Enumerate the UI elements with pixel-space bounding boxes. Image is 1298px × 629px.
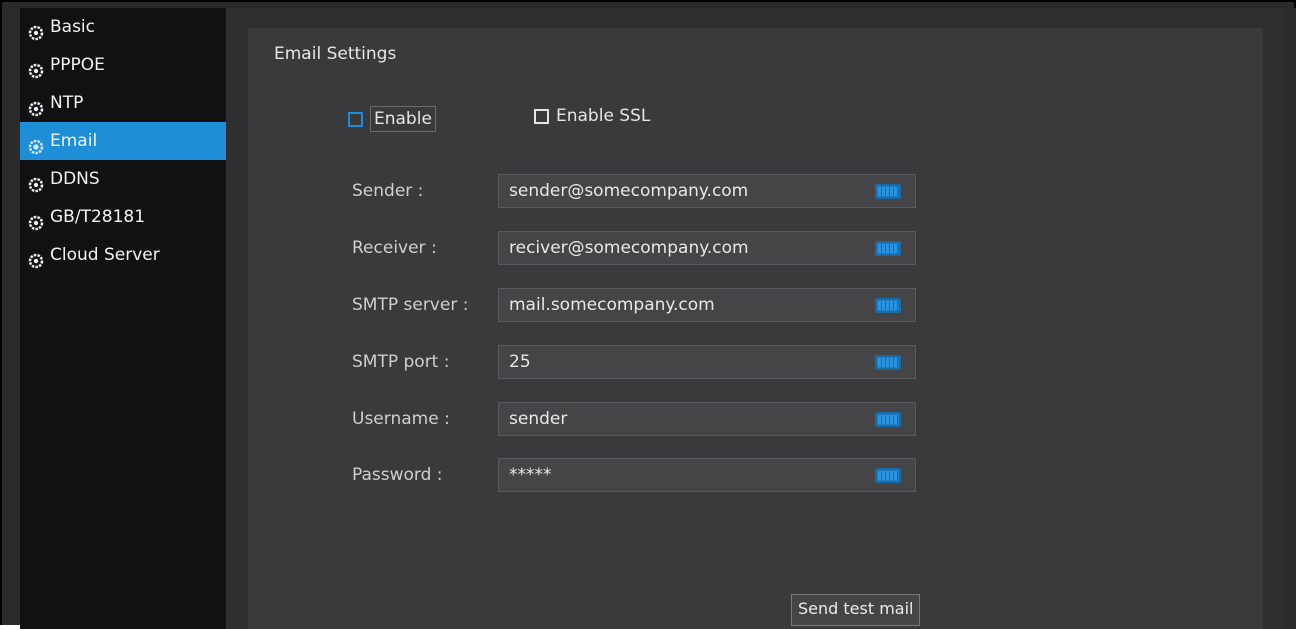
smtp-port-value: 25: [509, 352, 531, 372]
keyboard-icon[interactable]: [875, 468, 901, 483]
password-label: Password :: [352, 465, 443, 485]
sidebar-item-email[interactable]: Email: [20, 122, 226, 160]
smtp-server-value: mail.somecompany.com: [509, 295, 715, 315]
sidebar-item-label: Email: [50, 131, 98, 151]
sidebar-item-ddns[interactable]: DDNS: [20, 160, 226, 198]
sender-row: Sender : sender@somecompany.com: [352, 174, 916, 208]
smtp-server-row: SMTP server : mail.somecompany.com: [352, 288, 916, 322]
keyboard-icon[interactable]: [875, 298, 901, 313]
enable-label: Enable: [370, 106, 436, 132]
password-value: *****: [509, 465, 552, 485]
settings-gear-icon: [28, 209, 44, 231]
panel-title: Email Settings: [274, 44, 397, 64]
smtp-server-field[interactable]: mail.somecompany.com: [498, 288, 916, 322]
username-row: Username : sender: [352, 402, 916, 436]
sidebar-item-basic[interactable]: Basic: [20, 8, 226, 46]
sidebar-item-ntp[interactable]: NTP: [20, 84, 226, 122]
sidebar-item-label: NTP: [50, 93, 84, 113]
username-value: sender: [509, 409, 568, 429]
receiver-value: reciver@somecompany.com: [509, 238, 749, 258]
sidebar-item-gbt28181[interactable]: GB/T28181: [20, 198, 226, 236]
send-test-mail-button[interactable]: Send test mail: [791, 594, 921, 626]
right-edge: [1284, 8, 1296, 629]
username-label: Username :: [352, 409, 450, 429]
sidebar-item-pppoe[interactable]: PPPOE: [20, 46, 226, 84]
sender-label: Sender :: [352, 181, 424, 201]
sidebar-item-label: Basic: [50, 17, 96, 37]
settings-gear-icon: [28, 57, 44, 79]
settings-gear-icon: [28, 247, 44, 269]
settings-gear-icon: [28, 19, 44, 41]
sender-value: sender@somecompany.com: [509, 181, 749, 201]
smtp-port-row: SMTP port : 25: [352, 345, 916, 379]
checkbox-icon: [348, 111, 363, 127]
sender-field[interactable]: sender@somecompany.com: [498, 174, 916, 208]
settings-gear-icon: [28, 95, 44, 117]
email-settings-panel: Email Settings Enable Enable SSL Sender …: [248, 28, 1263, 629]
keyboard-icon[interactable]: [875, 241, 901, 256]
main-content: Email Settings Enable Enable SSL Sender …: [226, 8, 1284, 629]
sidebar: Basic PPPOE NTP Email DDNS GB/T28181 Clo…: [20, 8, 226, 629]
enable-checkbox[interactable]: Enable: [348, 106, 436, 132]
sidebar-item-label: PPPOE: [50, 55, 105, 75]
sidebar-item-cloud-server[interactable]: Cloud Server: [20, 236, 226, 274]
password-field[interactable]: *****: [498, 458, 916, 492]
sidebar-item-label: GB/T28181: [50, 207, 146, 227]
username-field[interactable]: sender: [498, 402, 916, 436]
smtp-port-label: SMTP port :: [352, 352, 450, 372]
smtp-port-field[interactable]: 25: [498, 345, 916, 379]
password-row: Password : *****: [352, 458, 916, 492]
enable-ssl-checkbox[interactable]: Enable SSL: [534, 106, 650, 126]
keyboard-icon[interactable]: [875, 355, 901, 370]
sidebar-item-label: DDNS: [50, 169, 100, 189]
receiver-row: Receiver : reciver@somecompany.com: [352, 231, 916, 265]
keyboard-icon[interactable]: [875, 184, 901, 199]
app-frame: Basic PPPOE NTP Email DDNS GB/T28181 Clo…: [0, 0, 1296, 629]
keyboard-icon[interactable]: [875, 412, 901, 427]
smtp-server-label: SMTP server :: [352, 295, 469, 315]
receiver-field[interactable]: reciver@somecompany.com: [498, 231, 916, 265]
settings-gear-icon: [28, 133, 44, 155]
sidebar-item-label: Cloud Server: [50, 245, 160, 265]
settings-gear-icon: [28, 171, 44, 193]
receiver-label: Receiver :: [352, 238, 437, 258]
checkbox-icon: [534, 108, 549, 124]
enable-ssl-label: Enable SSL: [556, 106, 651, 126]
